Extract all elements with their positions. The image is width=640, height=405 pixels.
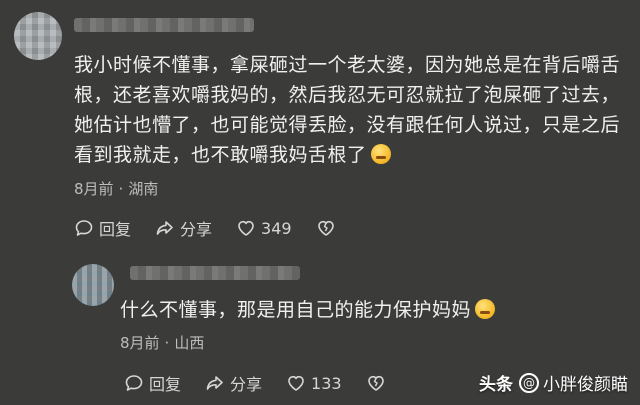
share-icon <box>156 221 173 235</box>
comment-body: 我小时候不懂事，拿屎砸过一个老太婆，因为她总是在背后嚼舌根，还老喜欢嚼我妈的，然… <box>74 54 621 166</box>
username-blurred[interactable] <box>130 266 300 280</box>
chat-bubble-icon <box>75 220 93 236</box>
like-count: 133 <box>311 373 342 393</box>
reply-label: 回复 <box>99 220 132 239</box>
smirk-emoji-icon <box>475 299 496 319</box>
like-button[interactable]: 349 <box>236 218 292 238</box>
location: 湖南 <box>128 180 159 198</box>
share-button[interactable]: 分享 <box>155 216 212 240</box>
avatar[interactable] <box>14 12 62 60</box>
comment-1: 我小时候不懂事，拿屎砸过一个老太婆，因为她总是在背后嚼舌根，还老喜欢嚼我妈的，然… <box>0 0 640 258</box>
broken-heart-icon <box>367 375 384 391</box>
share-button[interactable]: 分享 <box>205 371 262 395</box>
like-count: 349 <box>261 218 292 238</box>
reply-button[interactable]: 回复 <box>124 371 181 395</box>
dislike-button[interactable] <box>316 218 341 238</box>
reply-button[interactable]: 回复 <box>74 216 131 240</box>
avatar[interactable] <box>72 264 114 306</box>
share-icon <box>206 376 223 390</box>
username-blurred[interactable] <box>74 18 254 32</box>
heart-icon <box>288 375 304 391</box>
comment-meta: 8月前 · 山西 <box>120 332 204 353</box>
timestamp: 8月前 <box>120 334 160 352</box>
meta-separator: · <box>164 334 170 352</box>
comment-text: 我小时候不懂事，拿屎砸过一个老太婆，因为她总是在背后嚼舌根，还老喜欢嚼我妈的，然… <box>74 50 626 170</box>
watermark: 头条 @ 小胖俊颜瞄 <box>479 370 628 395</box>
at-icon: @ <box>519 372 539 393</box>
comment-meta: 8月前 · 湖南 <box>74 178 158 199</box>
share-label: 分享 <box>180 220 213 239</box>
comment-actions: 回复 分享 349 <box>74 216 341 240</box>
broken-heart-icon <box>317 220 334 236</box>
watermark-logo: 头条 <box>479 375 513 395</box>
watermark-handle: 小胖俊颜瞄 <box>543 375 628 395</box>
reply-label: 回复 <box>149 375 182 394</box>
share-label: 分享 <box>230 375 263 394</box>
timestamp: 8月前 <box>74 180 114 198</box>
chat-bubble-icon <box>125 375 143 391</box>
meta-separator: · <box>118 180 124 198</box>
comment-text: 什么不懂事，那是用自己的能力保护妈妈 <box>120 295 620 325</box>
dislike-button[interactable] <box>366 373 391 393</box>
comment-actions: 回复 分享 133 <box>124 371 391 395</box>
location: 山西 <box>174 334 205 352</box>
heart-icon <box>238 220 254 236</box>
sweat-smile-emoji-icon <box>370 144 391 164</box>
comment-body: 什么不懂事，那是用自己的能力保护妈妈 <box>120 299 472 321</box>
like-button[interactable]: 133 <box>286 373 342 393</box>
